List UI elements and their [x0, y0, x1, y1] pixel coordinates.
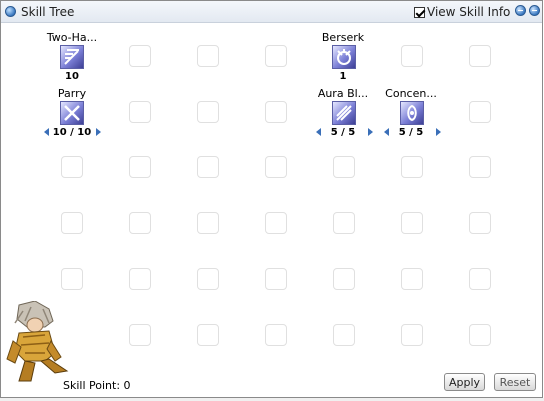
empty-skill-slot: [401, 212, 423, 234]
skill-name-concentration: Concen...: [385, 87, 437, 100]
skill-point-counter: Skill Point: 0: [63, 379, 131, 392]
empty-skill-slot: [469, 101, 491, 123]
empty-skill-slot: [333, 212, 355, 234]
apply-button[interactable]: Apply: [444, 373, 485, 391]
empty-skill-slot: [469, 45, 491, 67]
window-orb-icon: [5, 6, 16, 17]
empty-skill-slot: [265, 324, 287, 346]
close-icon[interactable]: [529, 5, 540, 16]
empty-skill-slot: [401, 45, 423, 67]
concentration-increase-arrow-icon[interactable]: [436, 128, 441, 136]
empty-skill-slot: [469, 324, 491, 346]
empty-skill-slot: [469, 268, 491, 290]
skill-level-two-handed: 10: [65, 71, 79, 82]
skill-name-parry: Parry: [57, 87, 87, 100]
view-skill-info-label: View Skill Info: [427, 5, 511, 19]
empty-skill-slot: [469, 212, 491, 234]
empty-skill-slot: [265, 268, 287, 290]
aura-blade-skill-icon[interactable]: [332, 101, 356, 125]
window-title: Skill Tree: [21, 5, 75, 19]
skill-level-berserk: 1: [339, 71, 347, 82]
title-bar[interactable]: Skill Tree View Skill Info: [1, 1, 542, 23]
empty-skill-slot: [265, 156, 287, 178]
skill-name-aura-blade: Aura Bl...: [317, 87, 369, 100]
empty-skill-slot: [401, 324, 423, 346]
empty-skill-slot: [197, 45, 219, 67]
empty-skill-slot: [401, 268, 423, 290]
empty-skill-slot: [265, 101, 287, 123]
skill-grid: Two-Ha... 10 Berserk 1 Parry 10 / 10 Aur…: [1, 23, 542, 369]
skill-level-aura-blade: 5 / 5: [330, 127, 356, 138]
empty-skill-slot: [61, 268, 83, 290]
empty-skill-slot: [61, 212, 83, 234]
minimize-icon[interactable]: [515, 5, 526, 16]
parry-increase-arrow-icon[interactable]: [96, 128, 101, 136]
empty-skill-slot: [129, 101, 151, 123]
empty-skill-slot: [265, 45, 287, 67]
skill-name-berserk: Berserk: [321, 31, 365, 44]
concentration-skill-icon[interactable]: [400, 101, 424, 125]
empty-skill-slot: [129, 156, 151, 178]
two-handed-sword-skill-icon[interactable]: [60, 45, 84, 69]
skill-name-two-handed: Two-Ha...: [46, 31, 98, 44]
berserk-skill-icon[interactable]: [332, 45, 356, 69]
empty-skill-slot: [265, 212, 287, 234]
empty-skill-slot: [197, 212, 219, 234]
empty-skill-slot: [129, 45, 151, 67]
empty-skill-slot: [197, 268, 219, 290]
skill-tree-window: Skill Tree View Skill Info Two-Ha... 10 …: [0, 0, 543, 398]
reset-button[interactable]: Reset: [494, 373, 536, 391]
empty-skill-slot: [197, 101, 219, 123]
empty-skill-slot: [129, 324, 151, 346]
skill-level-concentration: 5 / 5: [398, 127, 424, 138]
empty-skill-slot: [61, 156, 83, 178]
empty-skill-slot: [401, 156, 423, 178]
empty-skill-slot: [129, 268, 151, 290]
empty-skill-slot: [197, 324, 219, 346]
aura-blade-increase-arrow-icon[interactable]: [368, 128, 373, 136]
empty-skill-slot: [469, 156, 491, 178]
view-skill-info-toggle[interactable]: View Skill Info: [414, 5, 510, 19]
skill-tree-footer: Skill Point: 0 Apply Reset: [1, 369, 542, 399]
parry-skill-icon[interactable]: [60, 101, 84, 125]
empty-skill-slot: [333, 156, 355, 178]
view-skill-info-checkbox[interactable]: [414, 6, 425, 18]
empty-skill-slot: [197, 156, 219, 178]
empty-skill-slot: [129, 212, 151, 234]
empty-skill-slot: [333, 324, 355, 346]
empty-skill-slot: [333, 268, 355, 290]
